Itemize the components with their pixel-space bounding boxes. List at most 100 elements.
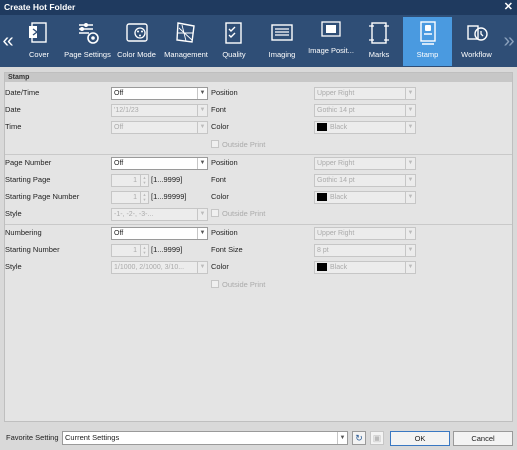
- dropdown-arrow-icon: ▼: [405, 245, 415, 256]
- position-select[interactable]: Upper Right ▼: [314, 87, 416, 100]
- tab-label: Image Posit...: [308, 46, 354, 55]
- color-mode-icon: [125, 23, 148, 42]
- starting-number-range: [1...9999]: [151, 245, 183, 254]
- starting-number-spinner[interactable]: 1 ▲ ▼: [111, 244, 149, 257]
- select-value: Off: [114, 124, 124, 131]
- style-label: Style: [5, 262, 22, 271]
- refresh-icon[interactable]: ↻: [352, 431, 366, 445]
- save-icon[interactable]: ▣: [370, 431, 384, 445]
- cancel-button[interactable]: Cancel: [453, 431, 513, 446]
- spinner-arrows-icon[interactable]: ▲ ▼: [140, 245, 148, 256]
- color-swatch: [317, 192, 327, 201]
- time-select[interactable]: Off ▼: [111, 121, 208, 134]
- date-select[interactable]: '12/1/23 ▼: [111, 104, 208, 117]
- color-select[interactable]: Black ▼: [314, 191, 416, 204]
- tab-label: Page Settings: [64, 50, 111, 59]
- tab-label: Quality: [222, 50, 246, 59]
- date-row: Date '12/1/23 ▼ Font Gothic 14 pt ▼: [5, 103, 510, 117]
- tab-workflow[interactable]: Workflow: [453, 17, 500, 66]
- page-number-label: Page Number: [5, 158, 52, 167]
- numbering-label: Numbering: [5, 228, 42, 237]
- starting-page-spinner[interactable]: 1 ▲ ▼: [111, 174, 149, 187]
- window-title: Create Hot Folder: [4, 2, 76, 12]
- position-select[interactable]: Upper Right ▼: [314, 157, 416, 170]
- page-style-select[interactable]: -1-, -2-, -3-... ▼: [111, 208, 208, 221]
- page-settings-icon: [78, 23, 99, 44]
- tab-imaging[interactable]: Imaging: [258, 17, 306, 66]
- tab-color-mode[interactable]: Color Mode: [114, 17, 159, 66]
- numbering-row: Numbering Off ▼ Position Upper Right ▼: [5, 226, 510, 240]
- workflow-icon: [466, 25, 488, 41]
- spinner-value: 1: [133, 194, 137, 201]
- outside-print-checkbox[interactable]: Outside Print: [211, 140, 265, 150]
- starting-page-number-label: Starting Page Number: [5, 192, 80, 201]
- dropdown-arrow-icon: ▼: [405, 158, 415, 169]
- ok-button[interactable]: OK: [390, 431, 450, 446]
- outside-print-checkbox[interactable]: Outside Print: [211, 209, 265, 219]
- checkbox-box: [211, 280, 219, 289]
- tab-label: Cover: [28, 50, 49, 59]
- close-icon[interactable]: ✕: [504, 0, 513, 15]
- select-value: -1-, -2-, -3-...: [114, 211, 154, 218]
- tab-page-settings[interactable]: Page Settings: [61, 17, 114, 66]
- color-swatch: [317, 262, 327, 271]
- font-select[interactable]: Gothic 14 pt ▼: [314, 174, 416, 187]
- numbering-style-select[interactable]: 1/1000, 2/1000, 3/10... ▼: [111, 261, 208, 274]
- dropdown-arrow-icon: ▼: [197, 122, 207, 133]
- font-select[interactable]: Gothic 14 pt ▼: [314, 104, 416, 117]
- dropdown-arrow-icon: ▼: [405, 88, 415, 99]
- starting-page-range: [1...9999]: [151, 175, 183, 184]
- font-size-select[interactable]: 8 pt ▼: [314, 244, 416, 257]
- tab-label: Imaging: [268, 50, 296, 59]
- starting-page-row: Starting Page 1 ▲ ▼ [1...9999] Font Gothic…: [5, 173, 510, 187]
- select-value: Gothic 14 pt: [317, 107, 355, 114]
- dropdown-arrow-icon: ▼: [197, 228, 207, 239]
- section-divider: [5, 154, 512, 155]
- marks-icon: [369, 22, 389, 44]
- tab-cover[interactable]: Cover: [17, 17, 61, 66]
- select-value: Current Settings: [65, 433, 120, 442]
- dropdown-arrow-icon: ▼: [197, 105, 207, 116]
- quality-icon: [225, 22, 242, 44]
- numbering-select[interactable]: Off ▼: [111, 227, 208, 240]
- dropdown-arrow-icon: ▼: [405, 175, 415, 186]
- spinner-arrows-icon[interactable]: ▲ ▼: [140, 175, 148, 186]
- color-select[interactable]: Black ▼: [314, 261, 416, 274]
- color-select[interactable]: Black ▼: [314, 121, 416, 134]
- scroll-right-icon[interactable]: »: [501, 15, 517, 67]
- position-select[interactable]: Upper Right ▼: [314, 227, 416, 240]
- select-value: Black: [330, 124, 348, 131]
- datetime-label: Date/Time: [5, 88, 40, 97]
- starting-page-label: Starting Page: [5, 175, 51, 184]
- cover-icon: [29, 22, 47, 43]
- favorite-setting-select[interactable]: Current Settings ▼: [62, 431, 348, 445]
- position-label: Position: [211, 88, 238, 97]
- starting-number-row: Starting Number 1 ▲ ▼ [1...9999] Font Size…: [5, 243, 510, 257]
- font-label: Font: [211, 105, 227, 114]
- font-label: Font: [211, 175, 227, 184]
- tab-label: Stamp: [416, 50, 439, 59]
- color-label: Color: [211, 192, 229, 201]
- tab-marks[interactable]: Marks: [359, 17, 399, 66]
- starting-page-number-range: [1...99999]: [151, 192, 187, 201]
- scroll-left-icon[interactable]: «: [0, 15, 16, 67]
- tab-management[interactable]: Management: [160, 17, 212, 66]
- datetime-select[interactable]: Off ▼: [111, 87, 208, 100]
- select-value: Off: [114, 160, 124, 167]
- checkbox-box: [211, 140, 219, 149]
- position-label: Position: [211, 158, 238, 167]
- outside-print-checkbox[interactable]: Outside Print: [211, 280, 265, 290]
- tab-stamp[interactable]: Stamp: [403, 17, 452, 66]
- select-value: Off: [114, 230, 124, 237]
- starting-page-number-spinner[interactable]: 1 ▲ ▼: [111, 191, 149, 204]
- select-value: Gothic 14 pt: [317, 177, 355, 184]
- page-number-select[interactable]: Off ▼: [111, 157, 208, 170]
- select-value: Off: [114, 90, 124, 97]
- tab-image-position[interactable]: Image Posit...: [306, 17, 356, 66]
- tab-quality[interactable]: Quality: [213, 17, 255, 66]
- style-label: Style: [5, 209, 22, 218]
- checkbox-label: Outside Print: [222, 280, 266, 289]
- spinner-value: 1: [133, 247, 137, 254]
- select-value: Upper Right: [317, 160, 355, 167]
- spinner-arrows-icon[interactable]: ▲ ▼: [140, 192, 148, 203]
